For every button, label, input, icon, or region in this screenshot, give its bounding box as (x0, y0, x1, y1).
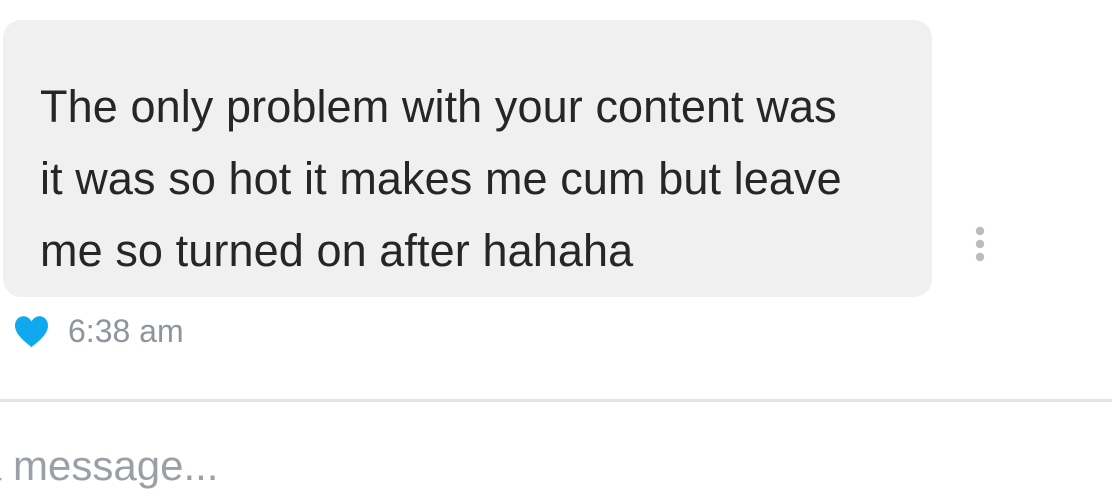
message-text-line: it was so hot it makes me cum but leave (40, 153, 842, 204)
message-meta: 6:38 am (13, 311, 184, 351)
message-composer (0, 433, 1112, 499)
heart-icon[interactable] (13, 314, 50, 349)
message-timestamp: 6:38 am (68, 313, 184, 349)
message-text-line: The only problem with your content was (40, 81, 837, 132)
chat-screen: The only problem with your content was i… (0, 0, 1112, 499)
message-input[interactable] (0, 433, 1112, 499)
message-options-button[interactable] (968, 223, 992, 265)
message-text: The only problem with your content was i… (40, 71, 896, 287)
vertical-ellipsis-icon (975, 226, 985, 262)
composer-divider (0, 399, 1112, 402)
message-text-line: me so turned on after hahaha (40, 225, 634, 276)
received-message-bubble[interactable]: The only problem with your content was i… (3, 20, 932, 297)
